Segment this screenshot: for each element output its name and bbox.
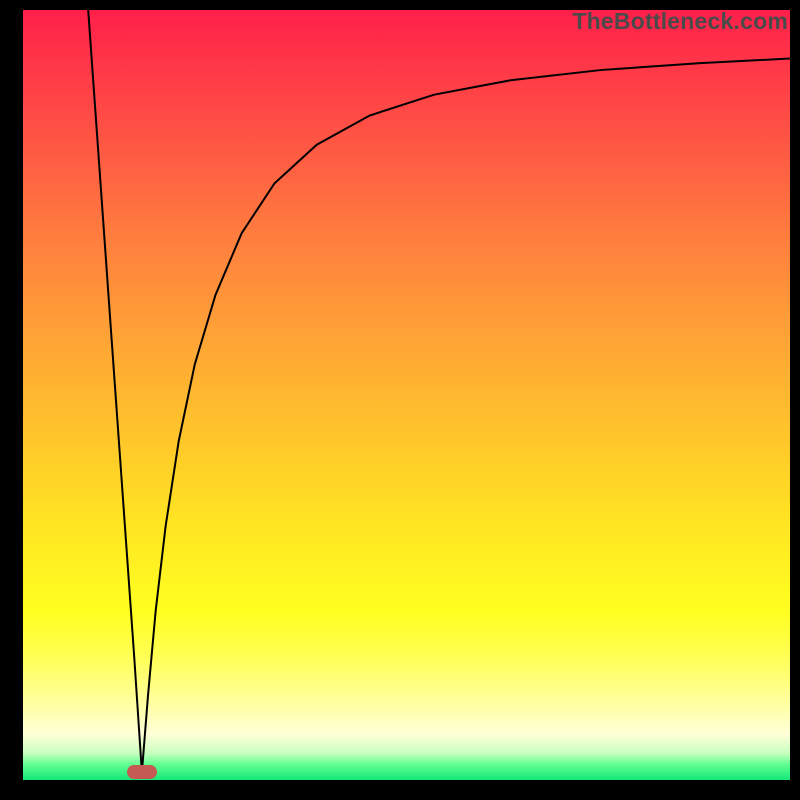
curve-left-branch <box>88 10 142 772</box>
plot-area <box>23 10 790 780</box>
chart-frame: TheBottleneck.com <box>0 0 800 800</box>
bottleneck-marker <box>127 765 157 779</box>
curve-right-branch <box>142 59 790 773</box>
curve-layer <box>23 10 790 780</box>
